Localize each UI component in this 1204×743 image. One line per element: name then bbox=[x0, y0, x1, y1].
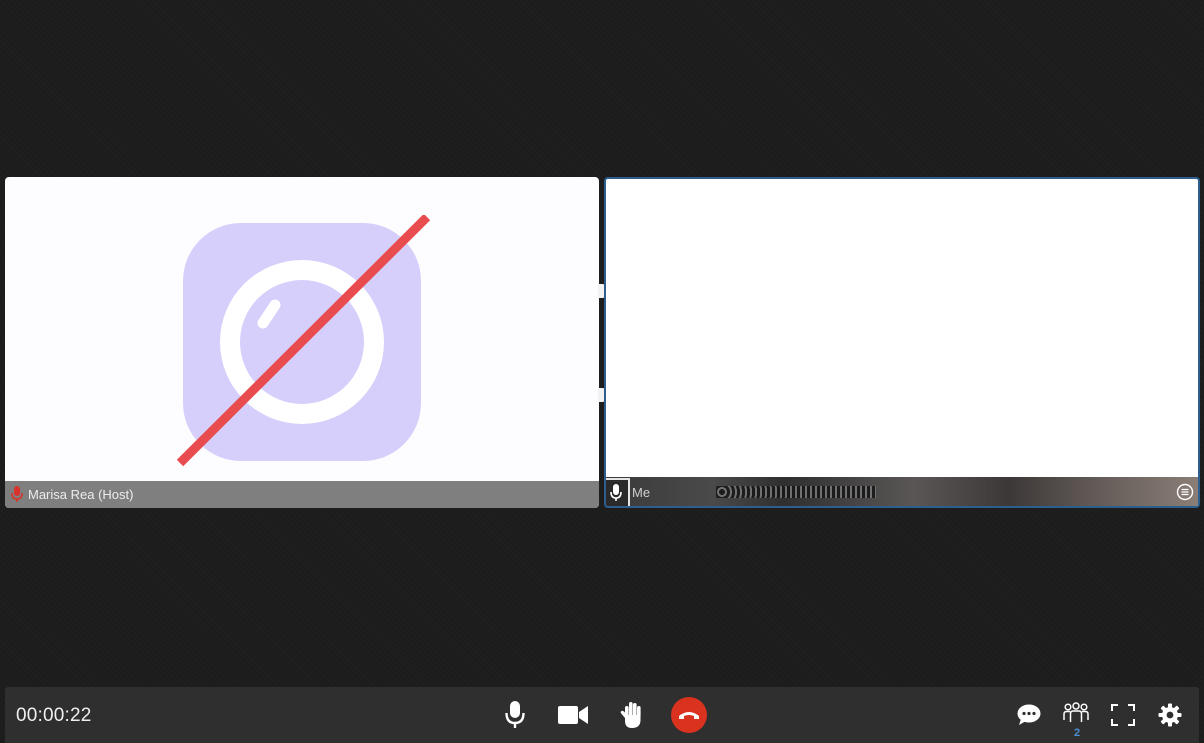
raise-hand-button[interactable] bbox=[614, 697, 650, 733]
microphone-icon bbox=[505, 701, 525, 728]
call-toolbar: 00:00:22 2 bbox=[5, 687, 1199, 743]
microphone-button[interactable] bbox=[497, 697, 533, 733]
video-call-stage: Marisa Rea (Host) Me 00:00:22 2 bbox=[0, 0, 1204, 743]
participant-name-label: Marisa Rea (Host) bbox=[28, 487, 134, 502]
fullscreen-icon bbox=[1111, 704, 1135, 726]
leave-call-button[interactable] bbox=[671, 697, 707, 733]
participant-tile-host[interactable]: Marisa Rea (Host) bbox=[5, 177, 599, 508]
participant-tile-self[interactable]: Me bbox=[604, 177, 1200, 508]
self-video-feed bbox=[606, 477, 1198, 506]
raise-hand-icon bbox=[620, 702, 641, 728]
microphone-icon bbox=[610, 484, 622, 501]
self-name-label: Me bbox=[632, 485, 651, 500]
tile-options-menu-icon[interactable] bbox=[1175, 482, 1195, 502]
video-feed-detail bbox=[716, 486, 876, 498]
participants-count-badge: 2 bbox=[1073, 727, 1081, 739]
hang-up-icon bbox=[679, 712, 699, 719]
chat-button[interactable] bbox=[1011, 697, 1047, 733]
settings-button[interactable] bbox=[1152, 697, 1188, 733]
fullscreen-button[interactable] bbox=[1105, 697, 1141, 733]
call-timer: 00:00:22 bbox=[16, 705, 92, 726]
participants-button[interactable] bbox=[1058, 695, 1094, 731]
video-camera-icon bbox=[558, 706, 588, 724]
participant-name-bar: Marisa Rea (Host) bbox=[5, 481, 599, 508]
chat-icon bbox=[1017, 704, 1041, 725]
participants-icon bbox=[1063, 702, 1089, 722]
camera-off-icon bbox=[176, 215, 431, 467]
muted-microphone-icon bbox=[11, 486, 23, 503]
camera-button[interactable] bbox=[555, 697, 591, 733]
settings-gear-icon bbox=[1158, 703, 1182, 727]
self-microphone-toggle[interactable] bbox=[606, 478, 630, 506]
